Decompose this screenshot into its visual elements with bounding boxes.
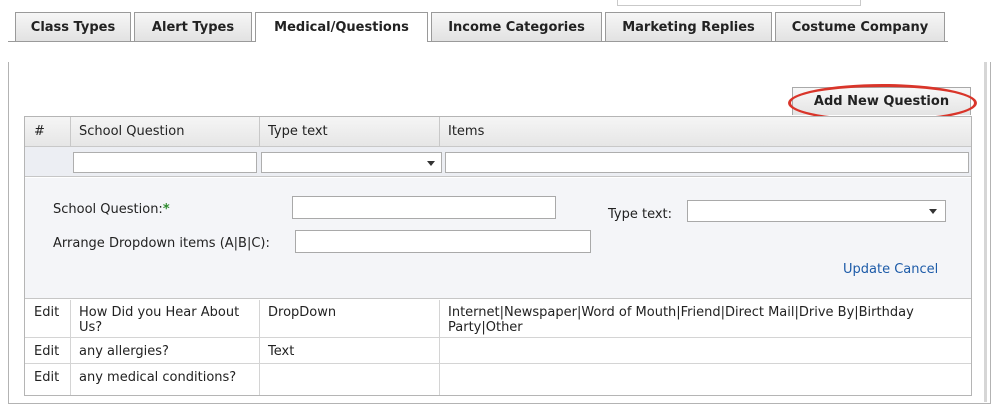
add-new-question-button[interactable]: Add New Question bbox=[792, 87, 971, 115]
tab-label: Medical/Questions bbox=[274, 20, 409, 35]
tab-class-types[interactable]: Class Types bbox=[15, 12, 131, 41]
column-divider bbox=[259, 300, 260, 395]
chevron-down-icon bbox=[929, 209, 937, 214]
questions-grid: # School Question Type text Items School… bbox=[24, 116, 972, 396]
school-question-input[interactable] bbox=[292, 196, 556, 219]
tab-costume-company[interactable]: Costume Company bbox=[775, 12, 945, 41]
chevron-down-icon bbox=[427, 161, 435, 166]
header-number[interactable]: # bbox=[25, 117, 70, 147]
filter-school-question-input[interactable] bbox=[73, 152, 257, 173]
cancel-link[interactable]: Cancel bbox=[894, 262, 938, 277]
type-cell: Text bbox=[268, 344, 295, 359]
dropdown-items-input[interactable] bbox=[295, 230, 591, 253]
table-row: Edit How Did you Hear About Us? DropDown… bbox=[25, 300, 971, 338]
items-cell: Internet|Newspaper|Word of Mouth|Friend|… bbox=[448, 305, 914, 335]
table-row: Edit any medical conditions? bbox=[25, 365, 971, 395]
column-divider bbox=[70, 300, 71, 395]
tab-label: Marketing Replies bbox=[622, 19, 755, 35]
tab-label: Income Categories bbox=[448, 19, 585, 35]
header-type-text[interactable]: Type text bbox=[259, 117, 440, 147]
tab-label: Class Types bbox=[30, 19, 116, 35]
tab-alert-types[interactable]: Alert Types bbox=[134, 12, 252, 41]
column-divider bbox=[439, 300, 440, 395]
panel-scroll-edge bbox=[984, 62, 987, 402]
items-cell bbox=[439, 339, 959, 344]
type-text-label: Type text: bbox=[608, 207, 673, 222]
tab-income-categories[interactable]: Income Categories bbox=[431, 12, 602, 41]
header-items[interactable]: Items bbox=[439, 117, 969, 147]
tab-marketing-replies[interactable]: Marketing Replies bbox=[605, 12, 772, 41]
school-question-label-text: School Question: bbox=[53, 202, 163, 217]
question-cell: How Did you Hear About Us? bbox=[79, 305, 240, 335]
grid-header: # School Question Type text Items bbox=[25, 117, 971, 147]
table-row: Edit any allergies? Text bbox=[25, 339, 971, 364]
edit-link[interactable]: Edit bbox=[25, 339, 70, 359]
filter-items-input[interactable] bbox=[445, 152, 969, 173]
tab-label: Alert Types bbox=[151, 19, 235, 35]
edit-link[interactable]: Edit bbox=[25, 365, 70, 385]
top-search-field[interactable] bbox=[617, 0, 861, 6]
school-question-label: School Question:* bbox=[53, 202, 170, 217]
filter-row bbox=[25, 147, 971, 177]
question-cell: any medical conditions? bbox=[79, 370, 237, 385]
tab-strip-border bbox=[8, 41, 948, 42]
update-link[interactable]: Update bbox=[843, 262, 890, 277]
type-text-select[interactable] bbox=[687, 200, 946, 222]
edit-link[interactable]: Edit bbox=[25, 300, 70, 320]
form-actions: Update Cancel bbox=[843, 262, 938, 277]
question-cell: any allergies? bbox=[79, 344, 169, 359]
header-school-question[interactable]: School Question bbox=[70, 117, 260, 147]
type-cell: DropDown bbox=[268, 305, 337, 320]
type-cell bbox=[259, 365, 439, 370]
dropdown-items-label: Arrange Dropdown items (A|B|C): bbox=[53, 236, 270, 251]
items-cell bbox=[439, 365, 959, 370]
tab-medical-questions[interactable]: Medical/Questions bbox=[255, 12, 428, 42]
edit-question-form: School Question:* Type text: Arrange Dro… bbox=[25, 178, 971, 299]
filter-type-text-select[interactable] bbox=[261, 152, 442, 173]
required-marker: * bbox=[162, 202, 170, 217]
tab-label: Costume Company bbox=[791, 19, 929, 35]
